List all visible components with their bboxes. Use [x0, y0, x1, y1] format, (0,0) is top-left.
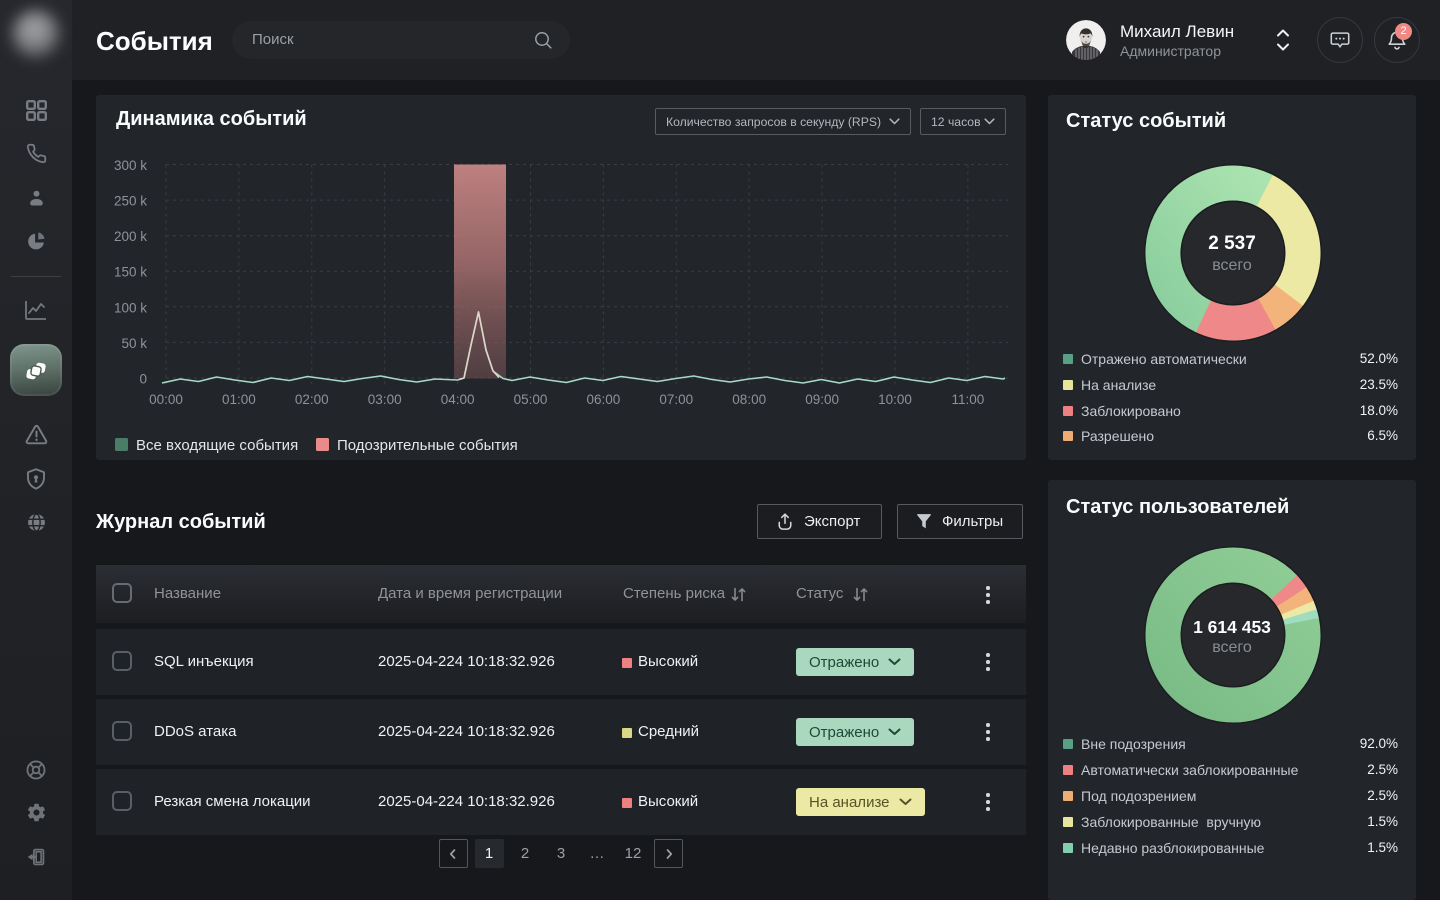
- svg-text:300 k: 300 k: [114, 158, 147, 173]
- svg-text:10:00: 10:00: [878, 392, 912, 407]
- svg-text:01:00: 01:00: [222, 392, 256, 407]
- svg-text:11:00: 11:00: [952, 392, 985, 407]
- svg-text:100 k: 100 k: [114, 300, 147, 315]
- svg-text:00:00: 00:00: [149, 392, 183, 407]
- svg-text:Подозрительные события: Подозрительные события: [337, 437, 518, 454]
- svg-text:0: 0: [139, 372, 147, 387]
- svg-text:200 k: 200 k: [114, 229, 147, 244]
- svg-text:250 k: 250 k: [114, 194, 147, 209]
- svg-text:03:00: 03:00: [368, 392, 402, 407]
- svg-text:04:00: 04:00: [441, 392, 475, 407]
- svg-text:07:00: 07:00: [659, 392, 693, 407]
- svg-text:150 k: 150 k: [114, 265, 147, 280]
- svg-text:09:00: 09:00: [805, 392, 839, 407]
- svg-text:Все входящие события: Все входящие события: [136, 437, 298, 454]
- svg-text:50 k: 50 k: [121, 336, 147, 351]
- svg-text:06:00: 06:00: [587, 392, 621, 407]
- svg-text:08:00: 08:00: [732, 392, 766, 407]
- svg-text:05:00: 05:00: [514, 392, 548, 407]
- svg-text:02:00: 02:00: [295, 392, 329, 407]
